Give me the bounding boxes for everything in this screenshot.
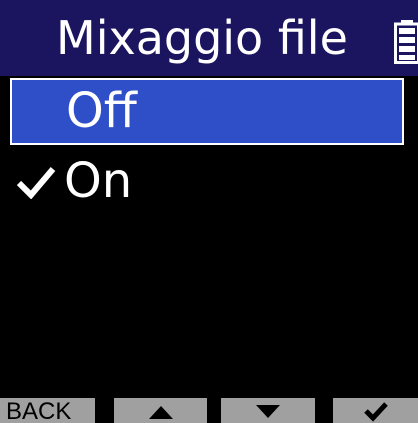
- title-bar: Mixaggio file: [0, 0, 418, 76]
- checkmark-icon: [16, 165, 56, 199]
- function-button-bar: BACK: [0, 398, 418, 423]
- menu-item-label: Off: [66, 83, 137, 139]
- up-button[interactable]: [114, 398, 207, 423]
- triangle-down-icon: [221, 398, 315, 423]
- back-button-label: BACK: [6, 398, 72, 423]
- device-screen: Mixaggio file Off On BACK: [0, 0, 418, 423]
- menu-item-on[interactable]: On: [0, 147, 418, 219]
- menu-item-label: On: [64, 153, 133, 209]
- back-button[interactable]: BACK: [0, 398, 95, 423]
- menu-item-off[interactable]: Off: [10, 78, 404, 145]
- page-title: Mixaggio file: [56, 11, 348, 65]
- triangle-up-icon: [114, 398, 207, 423]
- down-button[interactable]: [221, 398, 315, 423]
- battery-icon: [394, 20, 418, 64]
- checkmark-icon: [333, 398, 418, 423]
- enter-button[interactable]: [333, 398, 418, 423]
